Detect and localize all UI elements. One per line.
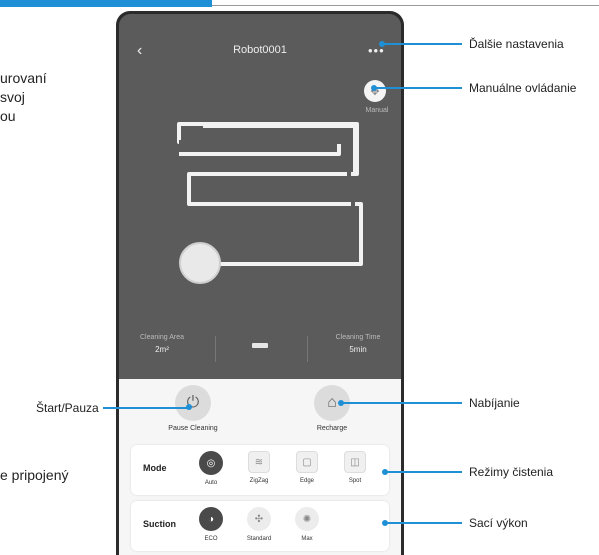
callout-line: [103, 407, 191, 409]
callout-line: [385, 471, 462, 473]
spot-icon: ◫: [344, 451, 366, 473]
suction-option-standard[interactable]: ✣ Standard: [237, 507, 281, 542]
mode-option-label: Auto: [204, 480, 218, 486]
cleaning-time-value: 5min: [349, 345, 367, 354]
robot-position-icon: [179, 242, 221, 284]
mode-option-label: Spot: [348, 478, 362, 484]
callout-dot: [186, 404, 192, 410]
suction-option-label: ECO: [204, 536, 218, 542]
mode-title: Mode: [143, 463, 167, 473]
cleaning-time-stat: Cleaning Time 5min: [323, 334, 393, 354]
callout-settings: Ďalšie nastavenia: [469, 37, 564, 51]
side-text-line-3: ou: [0, 108, 16, 124]
header-divider: [212, 5, 599, 6]
app-screen: ‹ Robot0001 ••• ✥ Manual Cleaning Area 2…: [119, 14, 401, 555]
mode-option-auto[interactable]: ◎ Auto: [189, 451, 233, 486]
cleaning-map: ‹ Robot0001 ••• ✥ Manual Cleaning Area 2…: [119, 14, 401, 379]
suction-title: Suction: [143, 519, 176, 529]
callout-charging: Nabíjanie: [469, 396, 520, 410]
suction-option-label: Max: [301, 536, 313, 542]
stat-divider: [307, 336, 308, 362]
mode-card: Mode ◎ Auto ≋ ZigZag ▢ Edge ◫ Spot: [131, 445, 389, 495]
suction-option-max[interactable]: ✺ Max: [285, 507, 329, 542]
side-text-line-4: e pripojený: [0, 467, 69, 483]
side-text-line-2: svoj: [0, 89, 25, 105]
suction-option-label: Standard: [246, 536, 272, 542]
pause-label: Pause Cleaning: [168, 425, 218, 432]
eco-icon: ◑: [199, 507, 223, 531]
cleaning-area-value: 2m²: [155, 345, 169, 354]
pause-cleaning-button[interactable]: ⏻ Pause Cleaning: [153, 385, 233, 432]
callout-line: [341, 402, 462, 404]
battery-icon: [252, 343, 268, 348]
zigzag-icon: ≋: [248, 451, 270, 473]
edge-icon: ▢: [296, 451, 318, 473]
cleaning-time-label: Cleaning Time: [335, 334, 381, 341]
mode-option-label: ZigZag: [249, 478, 269, 484]
callout-start-pause: Štart/Pauza: [36, 401, 99, 415]
mode-option-zigzag[interactable]: ≋ ZigZag: [237, 451, 281, 484]
max-fan-icon: ✺: [295, 507, 319, 531]
recharge-label: Recharge: [316, 425, 348, 432]
header-rule: [0, 0, 599, 7]
auto-icon: ◎: [199, 451, 223, 475]
mode-option-edge[interactable]: ▢ Edge: [285, 451, 329, 484]
phone-frame: ‹ Robot0001 ••• ✥ Manual Cleaning Area 2…: [116, 11, 404, 555]
header-accent-bar: [0, 0, 212, 7]
recharge-button[interactable]: ⌂ Recharge: [292, 385, 372, 432]
fan-icon: ✣: [247, 507, 271, 531]
suction-card: Suction ◑ ECO ✣ Standard ✺ Max: [131, 501, 389, 551]
callout-line: [382, 43, 462, 45]
power-icon: ⏻: [175, 385, 211, 421]
callout-modes: Režimy čistenia: [469, 465, 554, 479]
callout-manual: Manuálne ovládanie: [469, 81, 577, 95]
suction-option-eco[interactable]: ◑ ECO: [189, 507, 233, 542]
cleaning-area-stat: Cleaning Area 2m²: [127, 334, 197, 354]
callout-line: [385, 522, 462, 524]
mode-option-label: Edge: [299, 478, 314, 484]
cleaning-area-label: Cleaning Area: [140, 334, 184, 341]
cleaning-path: [177, 122, 363, 266]
mode-option-spot[interactable]: ◫ Spot: [333, 451, 377, 484]
callout-suction: Sací výkon: [469, 516, 528, 530]
side-text-line-1: urovaní: [0, 70, 47, 86]
callout-line: [374, 87, 462, 89]
stat-divider: [215, 336, 216, 362]
